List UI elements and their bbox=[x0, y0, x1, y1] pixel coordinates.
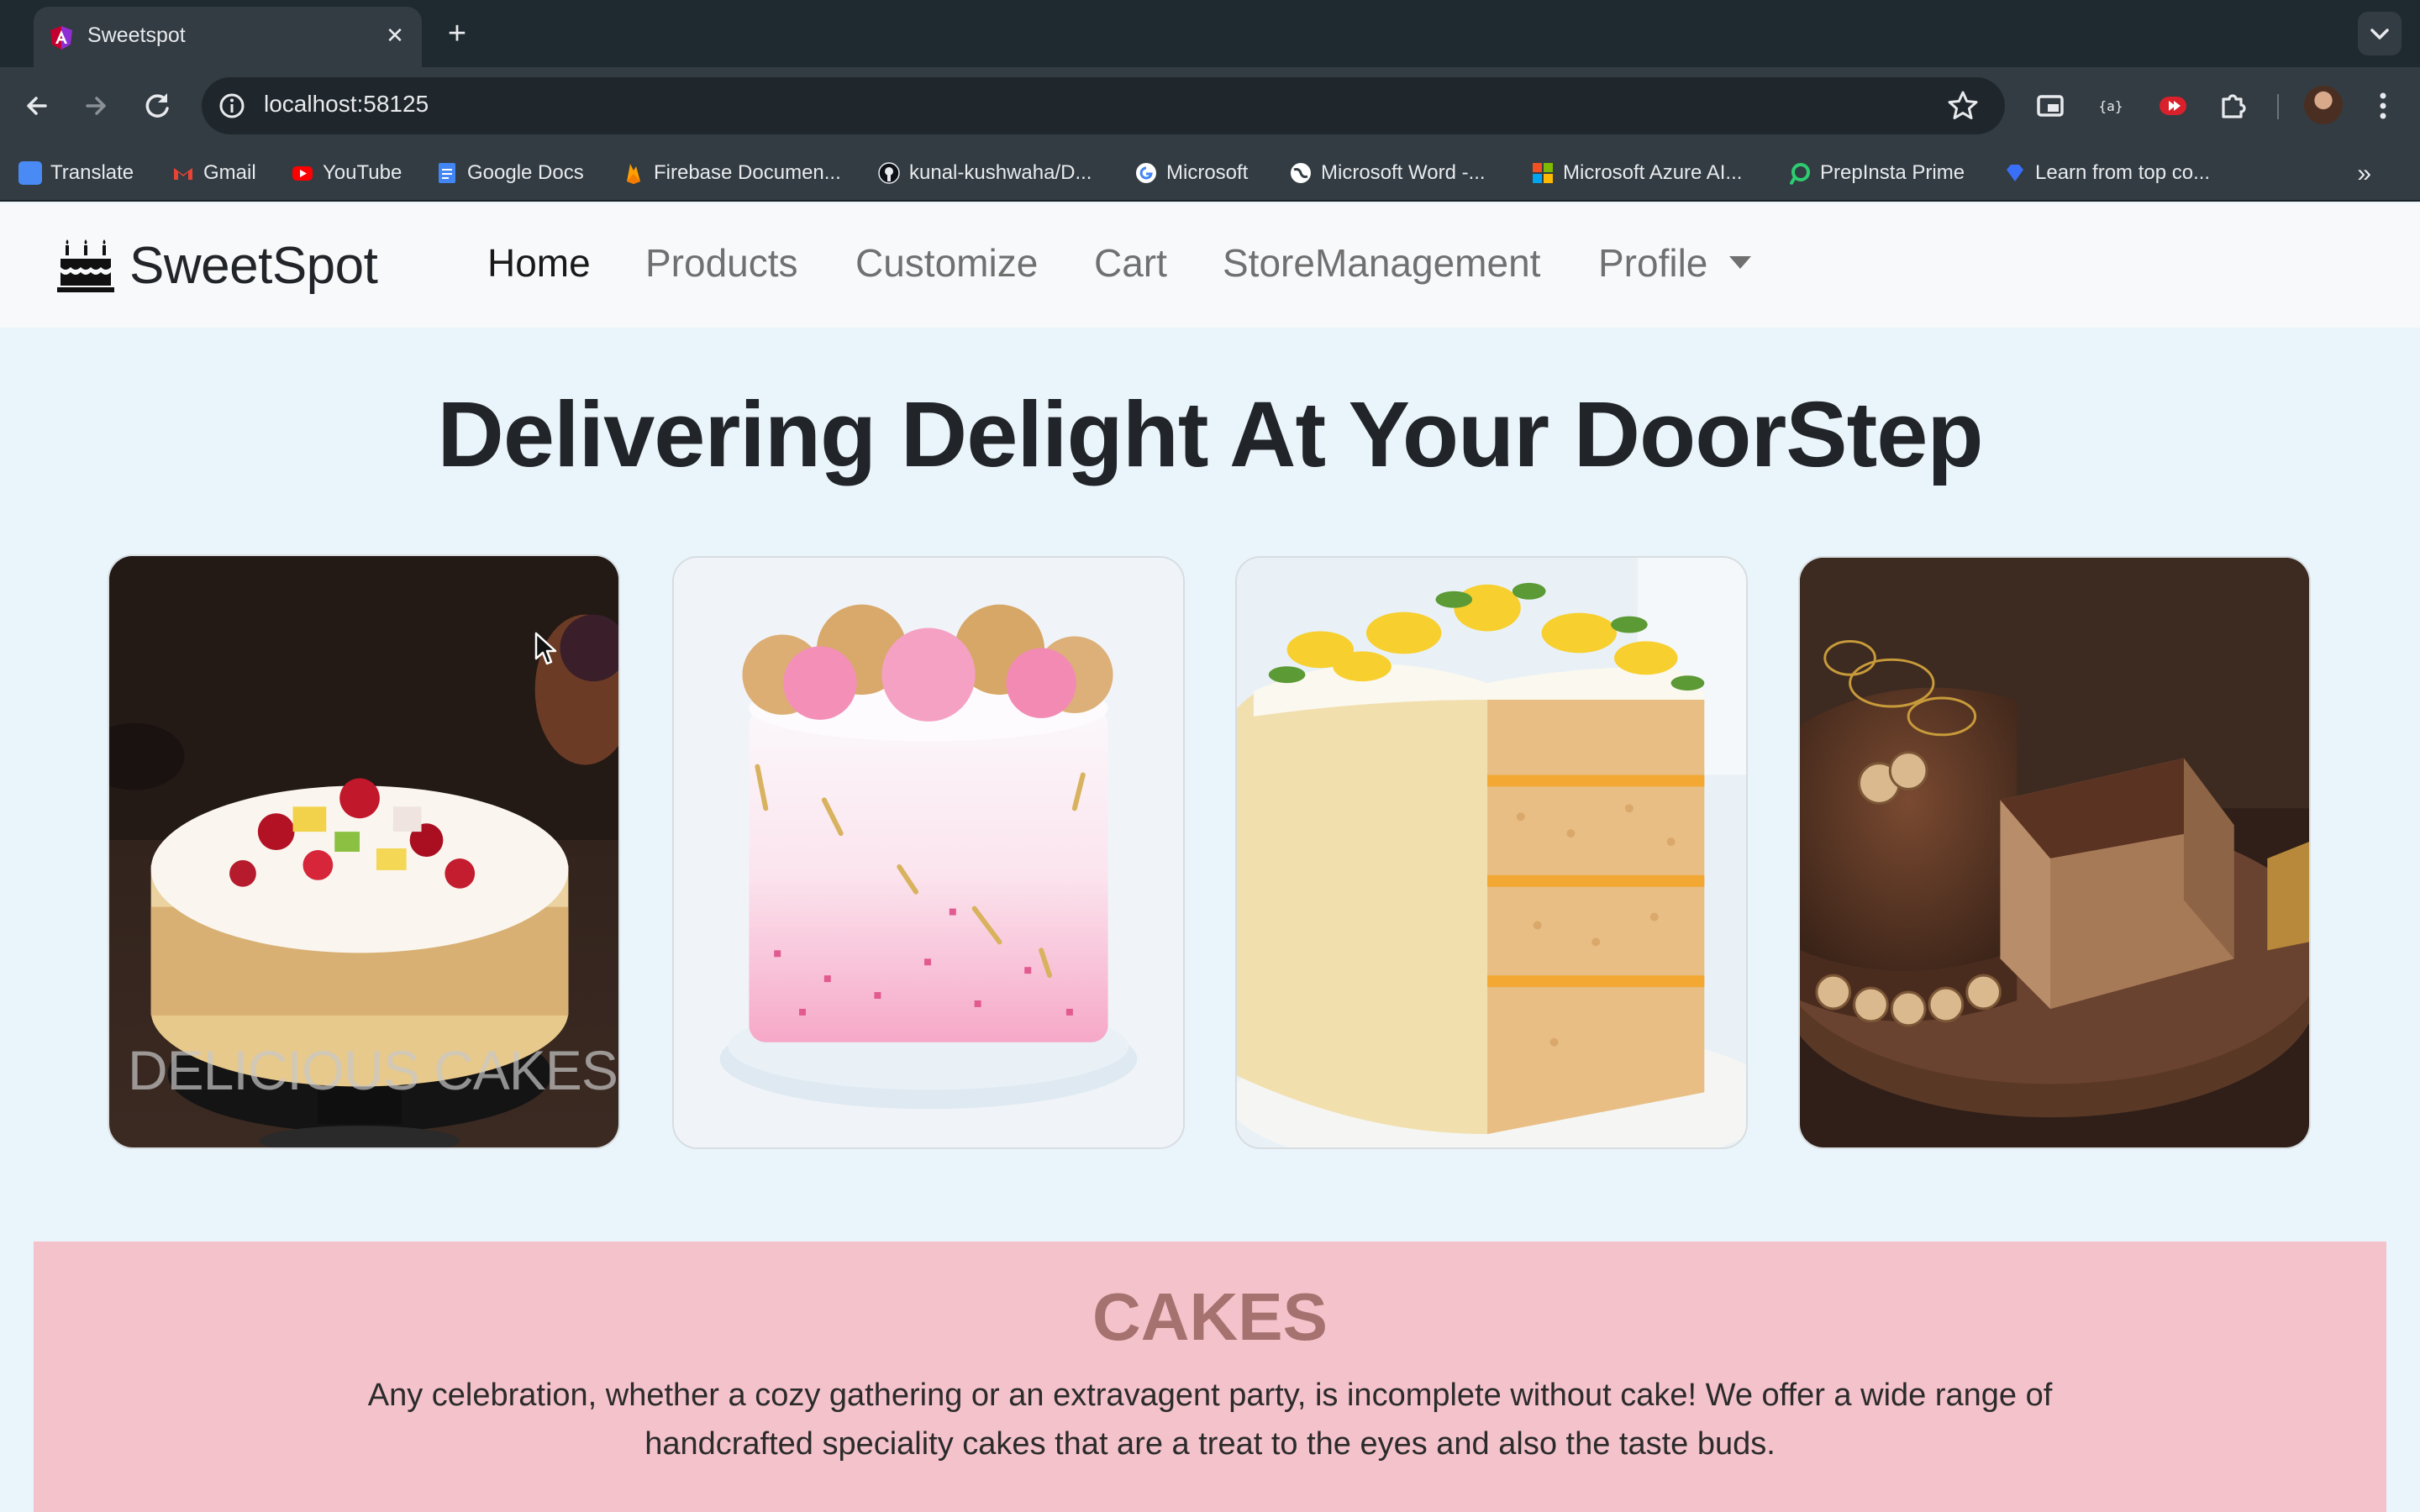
site-info-icon[interactable] bbox=[217, 91, 247, 121]
nav-profile-dropdown[interactable]: Profile bbox=[1598, 240, 1752, 286]
bookmark-youtube[interactable]: YouTube bbox=[291, 156, 402, 190]
mouse-cursor-icon bbox=[534, 632, 557, 665]
reload-icon[interactable] bbox=[138, 86, 178, 126]
bookmark-learn-from-top[interactable]: Learn from top co... bbox=[2003, 156, 2210, 190]
bookmark-star-icon[interactable] bbox=[1946, 89, 1980, 123]
more-bookmarks-icon[interactable]: » bbox=[2357, 160, 2371, 188]
json-formatter-icon[interactable]: {a} bbox=[2091, 86, 2131, 126]
bookmark-translate[interactable]: Translate bbox=[18, 156, 134, 190]
hero-title: Delivering Delight At Your DoorStep bbox=[437, 383, 1983, 486]
bookmarks-bar: Translate Gmail YouTube Google Docs Fire… bbox=[0, 144, 2420, 202]
brand-name: SweetSpot bbox=[129, 236, 378, 295]
pink-sprinkle-cake-photo bbox=[674, 558, 1183, 1147]
lemon-layer-cake-photo bbox=[1237, 558, 1746, 1147]
bookmark-google-docs[interactable]: Google Docs bbox=[435, 156, 584, 190]
firebase-icon bbox=[627, 164, 640, 184]
close-tab-icon[interactable]: ✕ bbox=[380, 20, 410, 50]
nav-products[interactable]: Products bbox=[645, 240, 798, 286]
browser-tab-strip: Sweetspot ✕ + bbox=[0, 0, 2420, 67]
url-text: localhost:58125 bbox=[264, 91, 429, 117]
cake-card-pink[interactable] bbox=[672, 556, 1185, 1149]
bookmark-prepinsta[interactable]: PrepInsta Prime bbox=[1788, 156, 1965, 190]
address-bar[interactable]: localhost:58125 bbox=[202, 77, 2005, 134]
browser-toolbar: localhost:58125 {a} bbox=[0, 67, 2420, 144]
more-menu-icon[interactable] bbox=[2366, 86, 2400, 126]
nav-cart[interactable]: Cart bbox=[1094, 240, 1167, 286]
nav-customize[interactable]: Customize bbox=[855, 240, 1038, 286]
cakes-section: CAKES Any celebration, whether a cozy ga… bbox=[34, 1242, 2386, 1512]
toolbar-divider bbox=[2277, 94, 2279, 119]
browser-tab[interactable]: Sweetspot ✕ bbox=[34, 7, 422, 67]
nav-home[interactable]: Home bbox=[487, 240, 591, 286]
angular-logo-icon bbox=[50, 26, 72, 50]
bookmark-gmail[interactable]: Gmail bbox=[171, 156, 256, 190]
bookmark-microsoft-word[interactable]: Microsoft Word -... bbox=[1289, 156, 1486, 190]
nav-profile-label: Profile bbox=[1598, 241, 1708, 285]
tab-title: Sweetspot bbox=[87, 24, 186, 47]
tab-search-button[interactable] bbox=[2358, 12, 2402, 55]
google-docs-icon bbox=[439, 163, 455, 183]
cake-card-chocolate[interactable] bbox=[1798, 556, 2311, 1149]
picture-in-picture-icon[interactable] bbox=[2030, 86, 2070, 126]
site-navbar: SweetSpot Home Products Customize Cart S… bbox=[0, 203, 2420, 328]
cake-card-lemon[interactable] bbox=[1235, 556, 1748, 1149]
profile-avatar[interactable] bbox=[2304, 86, 2343, 124]
back-arrow-icon[interactable] bbox=[17, 86, 57, 126]
nav-store-management[interactable]: StoreManagement bbox=[1223, 240, 1540, 286]
caret-down-icon bbox=[1729, 256, 1752, 270]
video-speed-extension-icon[interactable] bbox=[2153, 86, 2193, 126]
chevron-down-icon bbox=[2370, 29, 2389, 39]
chocolate-hazelnut-cake-photo bbox=[1800, 558, 2309, 1147]
svg-text:{a}: {a} bbox=[2099, 98, 2123, 114]
github-icon bbox=[878, 162, 900, 184]
diamond-icon bbox=[2007, 165, 2023, 181]
gmail-icon bbox=[174, 168, 192, 180]
google-translate-icon bbox=[18, 161, 42, 185]
microsoft-icon bbox=[1533, 163, 1553, 183]
cakes-description: Any celebration, whether a cozy gatherin… bbox=[367, 1378, 2053, 1462]
bookmark-microsoft[interactable]: Microsoft bbox=[1134, 156, 1248, 190]
new-tab-button[interactable]: + bbox=[440, 17, 474, 50]
youtube-icon bbox=[292, 166, 313, 181]
card-caption: DELICIOUS CAKES bbox=[128, 1039, 618, 1101]
extensions-puzzle-icon[interactable] bbox=[2213, 86, 2254, 126]
forward-arrow-icon[interactable] bbox=[76, 86, 116, 126]
prepinsta-icon bbox=[1790, 163, 1810, 185]
birthday-cake-icon bbox=[57, 239, 114, 292]
globe-icon bbox=[1291, 163, 1311, 183]
google-icon bbox=[1136, 163, 1156, 183]
brand-link[interactable]: SweetSpot bbox=[57, 235, 378, 296]
bookmark-github[interactable]: kunal-kushwaha/D... bbox=[877, 156, 1092, 190]
cakes-heading: CAKES bbox=[1092, 1279, 1328, 1354]
bookmark-firebase[interactable]: Firebase Documen... bbox=[622, 156, 841, 190]
bookmark-azure-ai[interactable]: Microsoft Azure AI... bbox=[1531, 156, 1742, 190]
